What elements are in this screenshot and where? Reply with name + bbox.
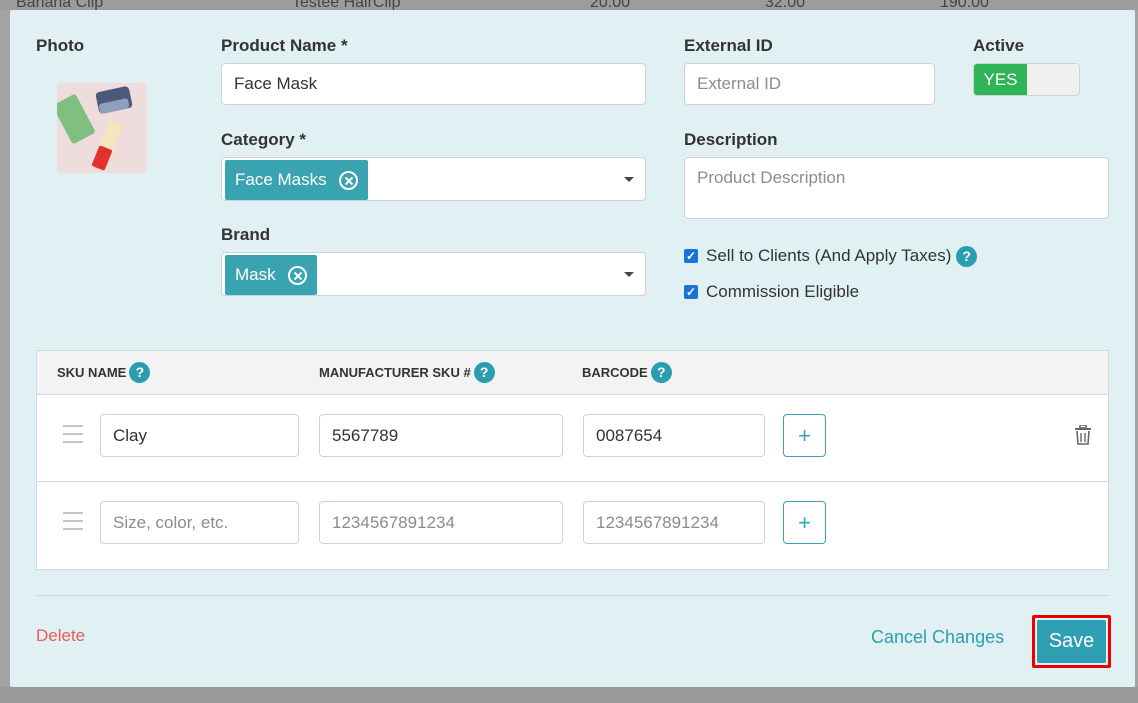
product-photo[interactable] (57, 83, 147, 173)
commission-eligible-label: Commission Eligible (706, 282, 860, 301)
manufacturer-sku-input[interactable]: 5567789 (319, 414, 563, 457)
chevron-down-icon[interactable] (624, 177, 634, 182)
background-bottom-strip (0, 687, 1138, 703)
drag-handle-icon[interactable] (63, 425, 83, 449)
photo-label: Photo (36, 36, 85, 55)
help-icon[interactable]: ? (473, 362, 495, 383)
active-label: Active (973, 36, 1025, 55)
footer-divider (36, 595, 1109, 596)
brand-label: Brand (221, 225, 271, 244)
sku-name-input[interactable]: Clay (100, 414, 299, 457)
product-photo-image (57, 83, 147, 173)
description-textarea[interactable]: Product Description (684, 157, 1109, 219)
chevron-down-icon[interactable] (624, 272, 634, 277)
sku-row: Size, color, etc. 1234567891234 12345678… (37, 482, 1108, 569)
help-icon[interactable]: ? (129, 362, 151, 383)
sku-row: Clay 5567789 0087654 + (37, 395, 1108, 482)
sell-to-clients-label: Sell to Clients (And Apply Taxes) ? (706, 246, 978, 268)
help-icon[interactable]: ? (956, 246, 978, 268)
sell-to-clients-text: Sell to Clients (And Apply Taxes) (706, 246, 952, 265)
description-label: Description (684, 130, 778, 149)
barcode-header-text: BARCODE (582, 365, 648, 380)
remove-tag-icon[interactable] (338, 170, 358, 190)
product-name-input[interactable]: Face Mask (221, 63, 646, 105)
cancel-changes-link[interactable]: Cancel Changes (871, 627, 1004, 648)
drag-handle-icon[interactable] (63, 512, 83, 536)
edit-product-modal: Photo Product Name * Face Mask External … (10, 10, 1135, 687)
save-button[interactable]: Save (1037, 620, 1106, 663)
active-toggle[interactable]: YES (973, 63, 1080, 96)
external-id-input[interactable]: External ID (684, 63, 935, 105)
sell-to-clients-checkbox[interactable]: ✓ (684, 249, 698, 263)
brand-tag-label: Mask (235, 265, 276, 284)
save-highlight: Save (1032, 615, 1111, 668)
add-sku-button[interactable]: + (783, 414, 826, 457)
product-name-label: Product Name * (221, 36, 348, 55)
sku-table-header: SKU NAME ? MANUFACTURER SKU # ? BARCODE … (37, 351, 1108, 395)
external-id-label: External ID (684, 36, 773, 55)
add-sku-button[interactable]: + (783, 501, 826, 544)
help-icon[interactable]: ? (650, 362, 672, 383)
manufacturer-sku-header: MANUFACTURER SKU # ? (319, 362, 495, 383)
commission-eligible-checkbox[interactable]: ✓ (684, 285, 698, 299)
background-left-strip (0, 10, 10, 703)
remove-tag-icon[interactable] (287, 265, 307, 285)
category-label: Category * (221, 130, 307, 149)
manufacturer-sku-header-text: MANUFACTURER SKU # (319, 365, 471, 380)
category-select[interactable]: Face Masks (221, 157, 646, 201)
sku-table: SKU NAME ? MANUFACTURER SKU # ? BARCODE … (36, 350, 1109, 570)
barcode-input[interactable]: 1234567891234 (583, 501, 765, 544)
active-toggle-on: YES (974, 64, 1027, 95)
sku-name-header: SKU NAME ? (57, 362, 151, 383)
barcode-input[interactable]: 0087654 (583, 414, 765, 457)
category-tag-label: Face Masks (235, 170, 327, 189)
sku-name-input[interactable]: Size, color, etc. (100, 501, 299, 544)
manufacturer-sku-input[interactable]: 1234567891234 (319, 501, 563, 544)
sku-name-header-text: SKU NAME (57, 365, 127, 380)
brand-tag: Mask (225, 255, 317, 295)
trash-icon[interactable] (1074, 425, 1092, 445)
delete-link[interactable]: Delete (36, 626, 85, 646)
category-tag: Face Masks (225, 160, 368, 200)
barcode-header: BARCODE ? (582, 362, 672, 383)
brand-select[interactable]: Mask (221, 252, 646, 296)
